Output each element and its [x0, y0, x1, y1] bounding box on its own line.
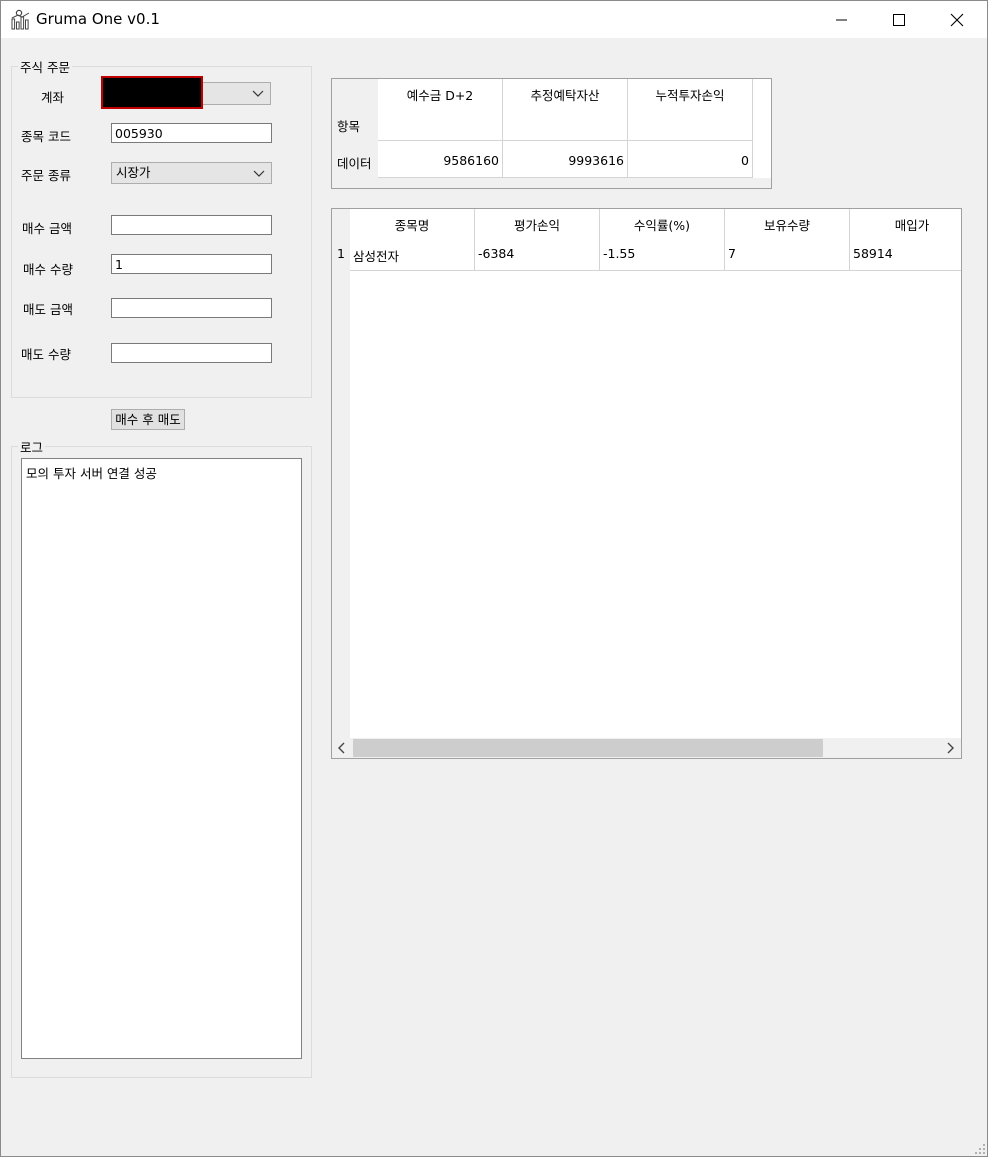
sell-amount-input[interactable] — [111, 298, 272, 318]
buy-then-sell-button[interactable]: 매수 후 매도 — [111, 409, 185, 430]
sell-qty-input[interactable] — [111, 343, 272, 363]
code-label: 종목 코드 — [21, 129, 71, 144]
account-redacted-value[interactable] — [101, 76, 203, 109]
maximize-icon — [893, 13, 905, 26]
order-type-combo[interactable]: 시장가 — [111, 162, 272, 184]
buy-qty-input[interactable]: 1 — [111, 254, 272, 274]
buy-amount-label: 매수 금액 — [22, 221, 72, 236]
summary-column-header[interactable]: 예수금 D+2 — [378, 85, 502, 104]
minimize-button[interactable] — [813, 1, 871, 38]
log-textbox[interactable]: 모의 투자 서버 연결 성공 — [21, 458, 302, 1059]
holdings-column-header[interactable]: 매입가 — [850, 215, 974, 234]
holdings-cell-name[interactable]: 삼성전자 — [353, 246, 399, 265]
buy-qty-label: 매수 수량 — [23, 262, 73, 277]
chevron-right-icon[interactable] — [944, 742, 956, 754]
minimize-icon — [836, 19, 847, 20]
summary-column-header[interactable]: 누적투자손익 — [628, 85, 752, 104]
code-input[interactable]: 005930 — [111, 123, 272, 143]
holdings-cell-pnl[interactable]: -6384 — [478, 246, 514, 261]
holdings-cell-return[interactable]: -1.55 — [603, 246, 635, 261]
summary-grid[interactable]: 항목 데이터 예수금 D+2 추정예탁자산 누적투자손익 9586160 999… — [331, 78, 772, 189]
holdings-row-header-column — [332, 209, 350, 738]
order-type-label: 주문 종류 — [21, 168, 71, 183]
summary-row-label: 데이터 — [337, 156, 372, 171]
holdings-grid[interactable]: 종목명 평가손익 수익률(%) 보유수량 매입가 1 삼성전자 -6384 -1… — [331, 208, 962, 759]
sell-qty-label: 매도 수량 — [21, 347, 71, 362]
holdings-cell-price[interactable]: 58914 — [853, 246, 893, 261]
resize-grip-icon[interactable] — [974, 1143, 986, 1155]
log-line: 모의 투자 서버 연결 성공 — [26, 466, 157, 481]
holdings-column-header[interactable]: 수익률(%) — [600, 215, 724, 234]
chevron-down-icon — [252, 90, 264, 97]
chart-app-icon — [11, 9, 30, 30]
holdings-cell-qty[interactable]: 7 — [728, 246, 736, 261]
order-group-title: 주식 주문 — [18, 57, 72, 76]
summary-cell-deposit[interactable]: 9586160 — [378, 153, 499, 168]
sell-amount-label: 매도 금액 — [23, 302, 73, 317]
scrollbar-thumb[interactable] — [353, 739, 823, 757]
summary-column-header[interactable]: 추정예탁자산 — [503, 85, 627, 104]
close-icon — [950, 13, 964, 26]
summary-row-header-title: 항목 — [337, 119, 361, 134]
chevron-down-icon — [253, 170, 265, 177]
window-title: Gruma One v0.1 — [36, 10, 160, 28]
order-type-value: 시장가 — [116, 165, 151, 180]
account-label: 계좌 — [41, 90, 65, 105]
maximize-button[interactable] — [870, 1, 928, 38]
buy-amount-input[interactable] — [111, 215, 272, 235]
holdings-column-header[interactable]: 보유수량 — [725, 215, 849, 234]
summary-bottom-area — [332, 178, 771, 188]
summary-cell-estimated-assets[interactable]: 9993616 — [503, 153, 624, 168]
log-group-title: 로그 — [18, 437, 46, 456]
holdings-row-index: 1 — [337, 246, 345, 261]
holdings-column-header[interactable]: 종목명 — [350, 215, 474, 234]
summary-cell-cumulative-pnl[interactable]: 0 — [628, 153, 749, 168]
holdings-horizontal-scrollbar[interactable] — [332, 738, 961, 758]
holdings-column-header[interactable]: 평가손익 — [475, 215, 599, 234]
close-button[interactable] — [928, 1, 986, 38]
title-bar[interactable]: Gruma One v0.1 — [0, 0, 988, 38]
chevron-left-icon[interactable] — [336, 742, 348, 754]
